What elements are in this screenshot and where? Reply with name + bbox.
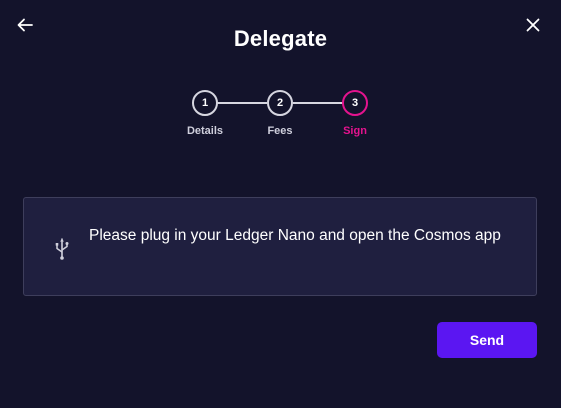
- modal-title: Delegate: [233, 26, 328, 51]
- send-button[interactable]: Send: [437, 322, 537, 358]
- step-sign[interactable]: 3 Sign: [325, 90, 385, 137]
- step-label: Details: [186, 125, 224, 137]
- ledger-notice: Please plug in your Ledger Nano and open…: [23, 197, 537, 296]
- step-label: Fees: [267, 125, 293, 137]
- step-number: 2: [267, 90, 293, 116]
- step-number: 1: [192, 90, 218, 116]
- delegate-modal: Delegate 1 Details 2 Fees 3 Sign Please …: [0, 0, 561, 408]
- notice-message: Please plug in your Ledger Nano and open…: [89, 227, 501, 244]
- step-label: Sign: [343, 125, 367, 137]
- stepper: 1 Details 2 Fees 3 Sign: [0, 90, 561, 150]
- step-details[interactable]: 1 Details: [175, 90, 235, 137]
- step-fees[interactable]: 2 Fees: [250, 90, 310, 137]
- step-number: 3: [342, 90, 368, 116]
- usb-icon: [55, 238, 69, 260]
